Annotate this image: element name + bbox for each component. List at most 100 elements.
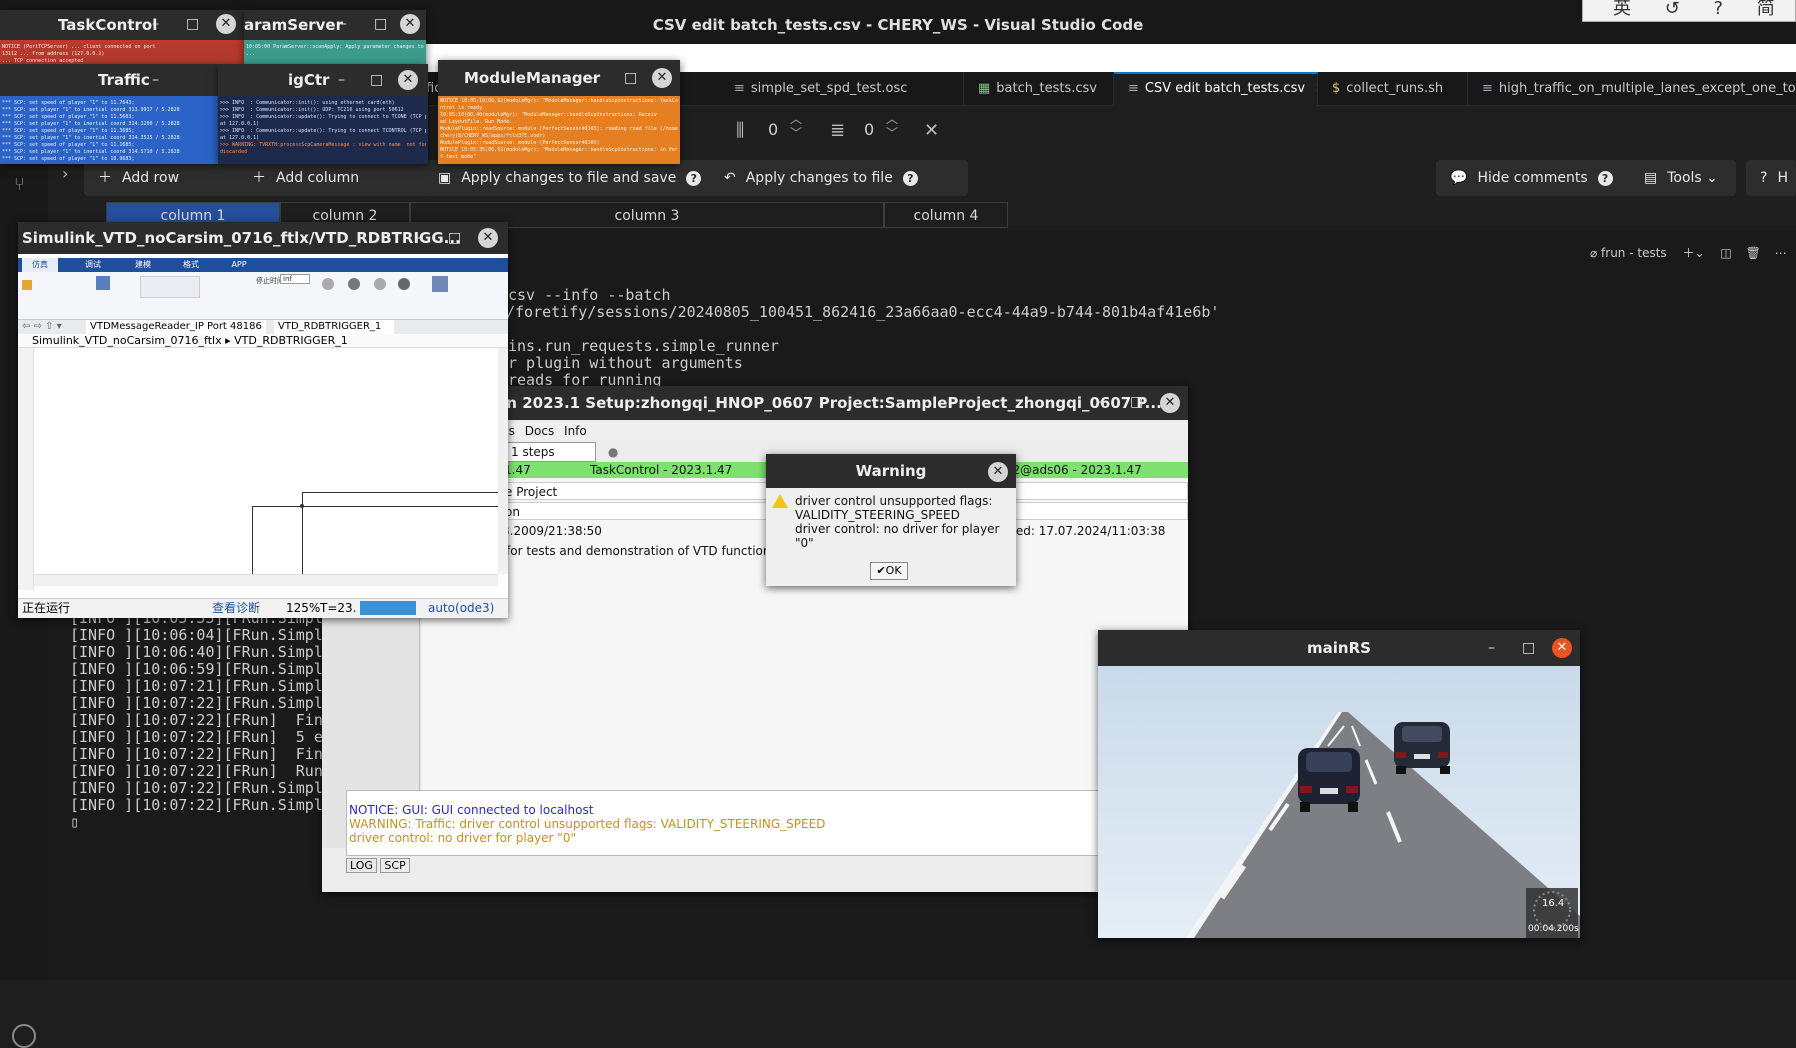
status-running: 正在运行 (22, 601, 71, 615)
pin-off-icon[interactable]: ✕ (924, 120, 939, 141)
model-tab[interactable]: VTD_RDBTRIGGER_1 (274, 320, 394, 334)
ribbon-tab-simulation[interactable]: 仿真 (22, 258, 58, 272)
step-dot-icon[interactable]: ● (608, 445, 618, 459)
add-row-button[interactable]: ＋ Add row (84, 160, 254, 196)
tab-collect-runs[interactable]: $ collect_runs.sh (1318, 72, 1468, 106)
palette-sidebar (18, 348, 34, 590)
read-option-icon[interactable]: ⫼ (736, 120, 744, 141)
minimize-icon[interactable]: – (1488, 640, 1495, 656)
ribbon-tab-app[interactable]: APP (224, 258, 254, 272)
maximize-icon[interactable]: □ (186, 16, 199, 32)
apply-button[interactable]: ↶ Apply changes to file? (710, 160, 968, 196)
read-option-value-1[interactable]: 0 (768, 120, 778, 139)
nav-icons[interactable]: ⇦ ⇨ ⇧ ▾ (22, 320, 62, 334)
modulemanager-window[interactable]: ModuleManager – □ ✕ NOTICE 10:05:10(00,9… (438, 60, 680, 164)
stepper-icon[interactable]: ︿ ﹀ (790, 112, 802, 140)
minimize-icon[interactable]: – (152, 16, 159, 32)
warning-title: Warning (766, 454, 1016, 488)
model-canvas[interactable] (34, 348, 498, 574)
tab-batch-tests[interactable]: ▦ batch_tests.csv (964, 72, 1114, 106)
record-icon[interactable] (140, 276, 200, 298)
step-forward-icon[interactable] (374, 278, 386, 290)
maximize-icon[interactable]: □ (1130, 394, 1143, 410)
column-header[interactable]: column 4 (884, 202, 1008, 228)
igctr-window[interactable]: igCtr – □ ✕ >>> INFO : Communicator::ini… (218, 64, 428, 164)
terminal-name[interactable]: frun - tests (1601, 246, 1667, 260)
menu-info[interactable]: Info (564, 424, 587, 438)
align-icon[interactable]: ≣ (830, 120, 845, 141)
close-icon[interactable]: ✕ (216, 14, 236, 34)
view-diagnostics-link[interactable]: 查看诊断 (212, 599, 260, 617)
trash-icon[interactable]: 🗑 (1746, 246, 1761, 260)
stop-icon[interactable] (398, 278, 410, 290)
menu-docs[interactable]: Docs (525, 424, 554, 438)
read-option-value-2[interactable]: 0 (864, 120, 874, 139)
tab-simple-set-spd-test[interactable]: ≡ simple_set_spd_test.osc (720, 72, 964, 106)
step-back-icon[interactable] (322, 278, 334, 290)
minimize-icon[interactable]: – (152, 72, 159, 88)
close-icon[interactable]: ✕ (478, 228, 498, 248)
add-column-button[interactable]: ＋ Add column (238, 160, 428, 196)
close-icon[interactable]: ✕ (1160, 393, 1180, 413)
apply-save-button[interactable]: ▣ Apply changes to file and save? (424, 160, 748, 196)
stepper-icon[interactable]: ︿ ﹀ (886, 112, 898, 140)
progress-bar (360, 601, 416, 615)
tab-log[interactable]: LOG (346, 858, 377, 873)
maximize-icon[interactable]: □ (624, 70, 637, 86)
horizontal-scrollbar[interactable] (34, 574, 498, 586)
ok-button[interactable]: ✔OK (870, 562, 908, 580)
new-terminal-icon[interactable]: ＋⌄ (1683, 246, 1705, 260)
close-icon[interactable]: ✕ (1552, 638, 1572, 658)
minimize-icon[interactable]: – (1098, 394, 1105, 410)
account-icon[interactable] (12, 1024, 36, 1048)
data-inspector-icon[interactable] (432, 276, 448, 292)
split-terminal-icon[interactable]: ◫ (1720, 246, 1731, 260)
model-tab[interactable]: VTDMessageReader_IP Port 48186 (86, 320, 266, 334)
more-icon[interactable]: ⋯ (1775, 246, 1787, 260)
breadcrumb-child[interactable]: VTD_RDBTRIGGER_1 (234, 334, 348, 347)
library-icon[interactable] (96, 276, 110, 290)
minimize-icon[interactable]: – (338, 72, 345, 88)
close-icon[interactable]: ✕ (400, 14, 420, 34)
ribbon-tab-debug[interactable]: 调试 (78, 258, 108, 272)
ime-indicator[interactable]: 英 ↺ ? 简 (1582, 0, 1796, 22)
maximize-icon[interactable]: □ (370, 72, 383, 88)
minimize-icon[interactable]: – (588, 70, 595, 86)
chevron-right-icon[interactable]: › (62, 164, 68, 183)
status-left: 1.47 (504, 463, 531, 477)
tab-high-traffic[interactable]: ≡ high_traffic_on_multiple_lanes_except_o… (1468, 72, 1796, 106)
stop-time-input[interactable]: inf (280, 274, 310, 284)
tab-scp[interactable]: SCP (380, 858, 410, 873)
tab-csv-edit[interactable]: ≡CSV edit batch_tests.csv✕ (1114, 72, 1318, 106)
traffic-window[interactable]: Traffic – *** SCP: set speed of player "… (0, 64, 218, 164)
ribbon-tab-modeling[interactable]: 建模 (128, 258, 158, 272)
close-icon[interactable]: ✕ (652, 68, 672, 88)
terminal-line: [INFO ][10:07:22][FRun.SimpleRun (70, 694, 322, 712)
taskcontrol-window[interactable]: TaskControl – □ ✕ NOTICE (PortTCPServer)… (0, 10, 244, 66)
warning-dialog[interactable]: Warning ✕ driver control unsupported fla… (766, 454, 1016, 586)
paramserver-window[interactable]: aramServer – □ ✕ 10:05:00 ParamServer::s… (244, 10, 426, 66)
close-icon[interactable]: ✕ (988, 462, 1008, 482)
pause-icon[interactable] (348, 278, 360, 290)
sim-time: T=23. (320, 601, 357, 615)
maximize-icon[interactable]: □ (374, 16, 387, 32)
tools-button[interactable]: ▤ Tools ⌄ (1630, 160, 1736, 196)
steps-spinbox[interactable]: 1 steps (506, 442, 596, 462)
close-icon[interactable]: ✕ (398, 70, 418, 90)
terminal-line: [INFO ][10:07:22][FRun] Running (70, 762, 322, 780)
terminal-line: [INFO ][10:06:04][FRun.SimpleRun (70, 626, 322, 644)
source-control-icon[interactable]: ⑂ (14, 174, 34, 195)
mainrs-window[interactable]: mainRS – □ ✕ 16.4 00:04.200s (1098, 630, 1580, 938)
new-icon[interactable] (22, 280, 32, 290)
ribbon-tab-format[interactable]: 格式 (176, 258, 206, 272)
simulink-window[interactable]: Simulink_VTD_noCarsim_0716_ftlx/VTD_RDBT… (18, 222, 508, 618)
maximize-icon[interactable]: □ (1522, 640, 1535, 656)
maximize-icon[interactable]: □ (448, 230, 461, 246)
breadcrumb-root[interactable]: Simulink_VTD_noCarsim_0716_ftlx (32, 334, 222, 347)
solver-link[interactable]: auto(ode3) (428, 599, 494, 617)
minimize-icon[interactable]: – (340, 16, 347, 32)
minimize-icon[interactable]: – (414, 230, 421, 246)
sim-time-readout: 00:04.200s (1528, 924, 1579, 934)
help-button[interactable]: ? H (1746, 160, 1796, 196)
vertical-scrollbar[interactable] (498, 348, 508, 574)
